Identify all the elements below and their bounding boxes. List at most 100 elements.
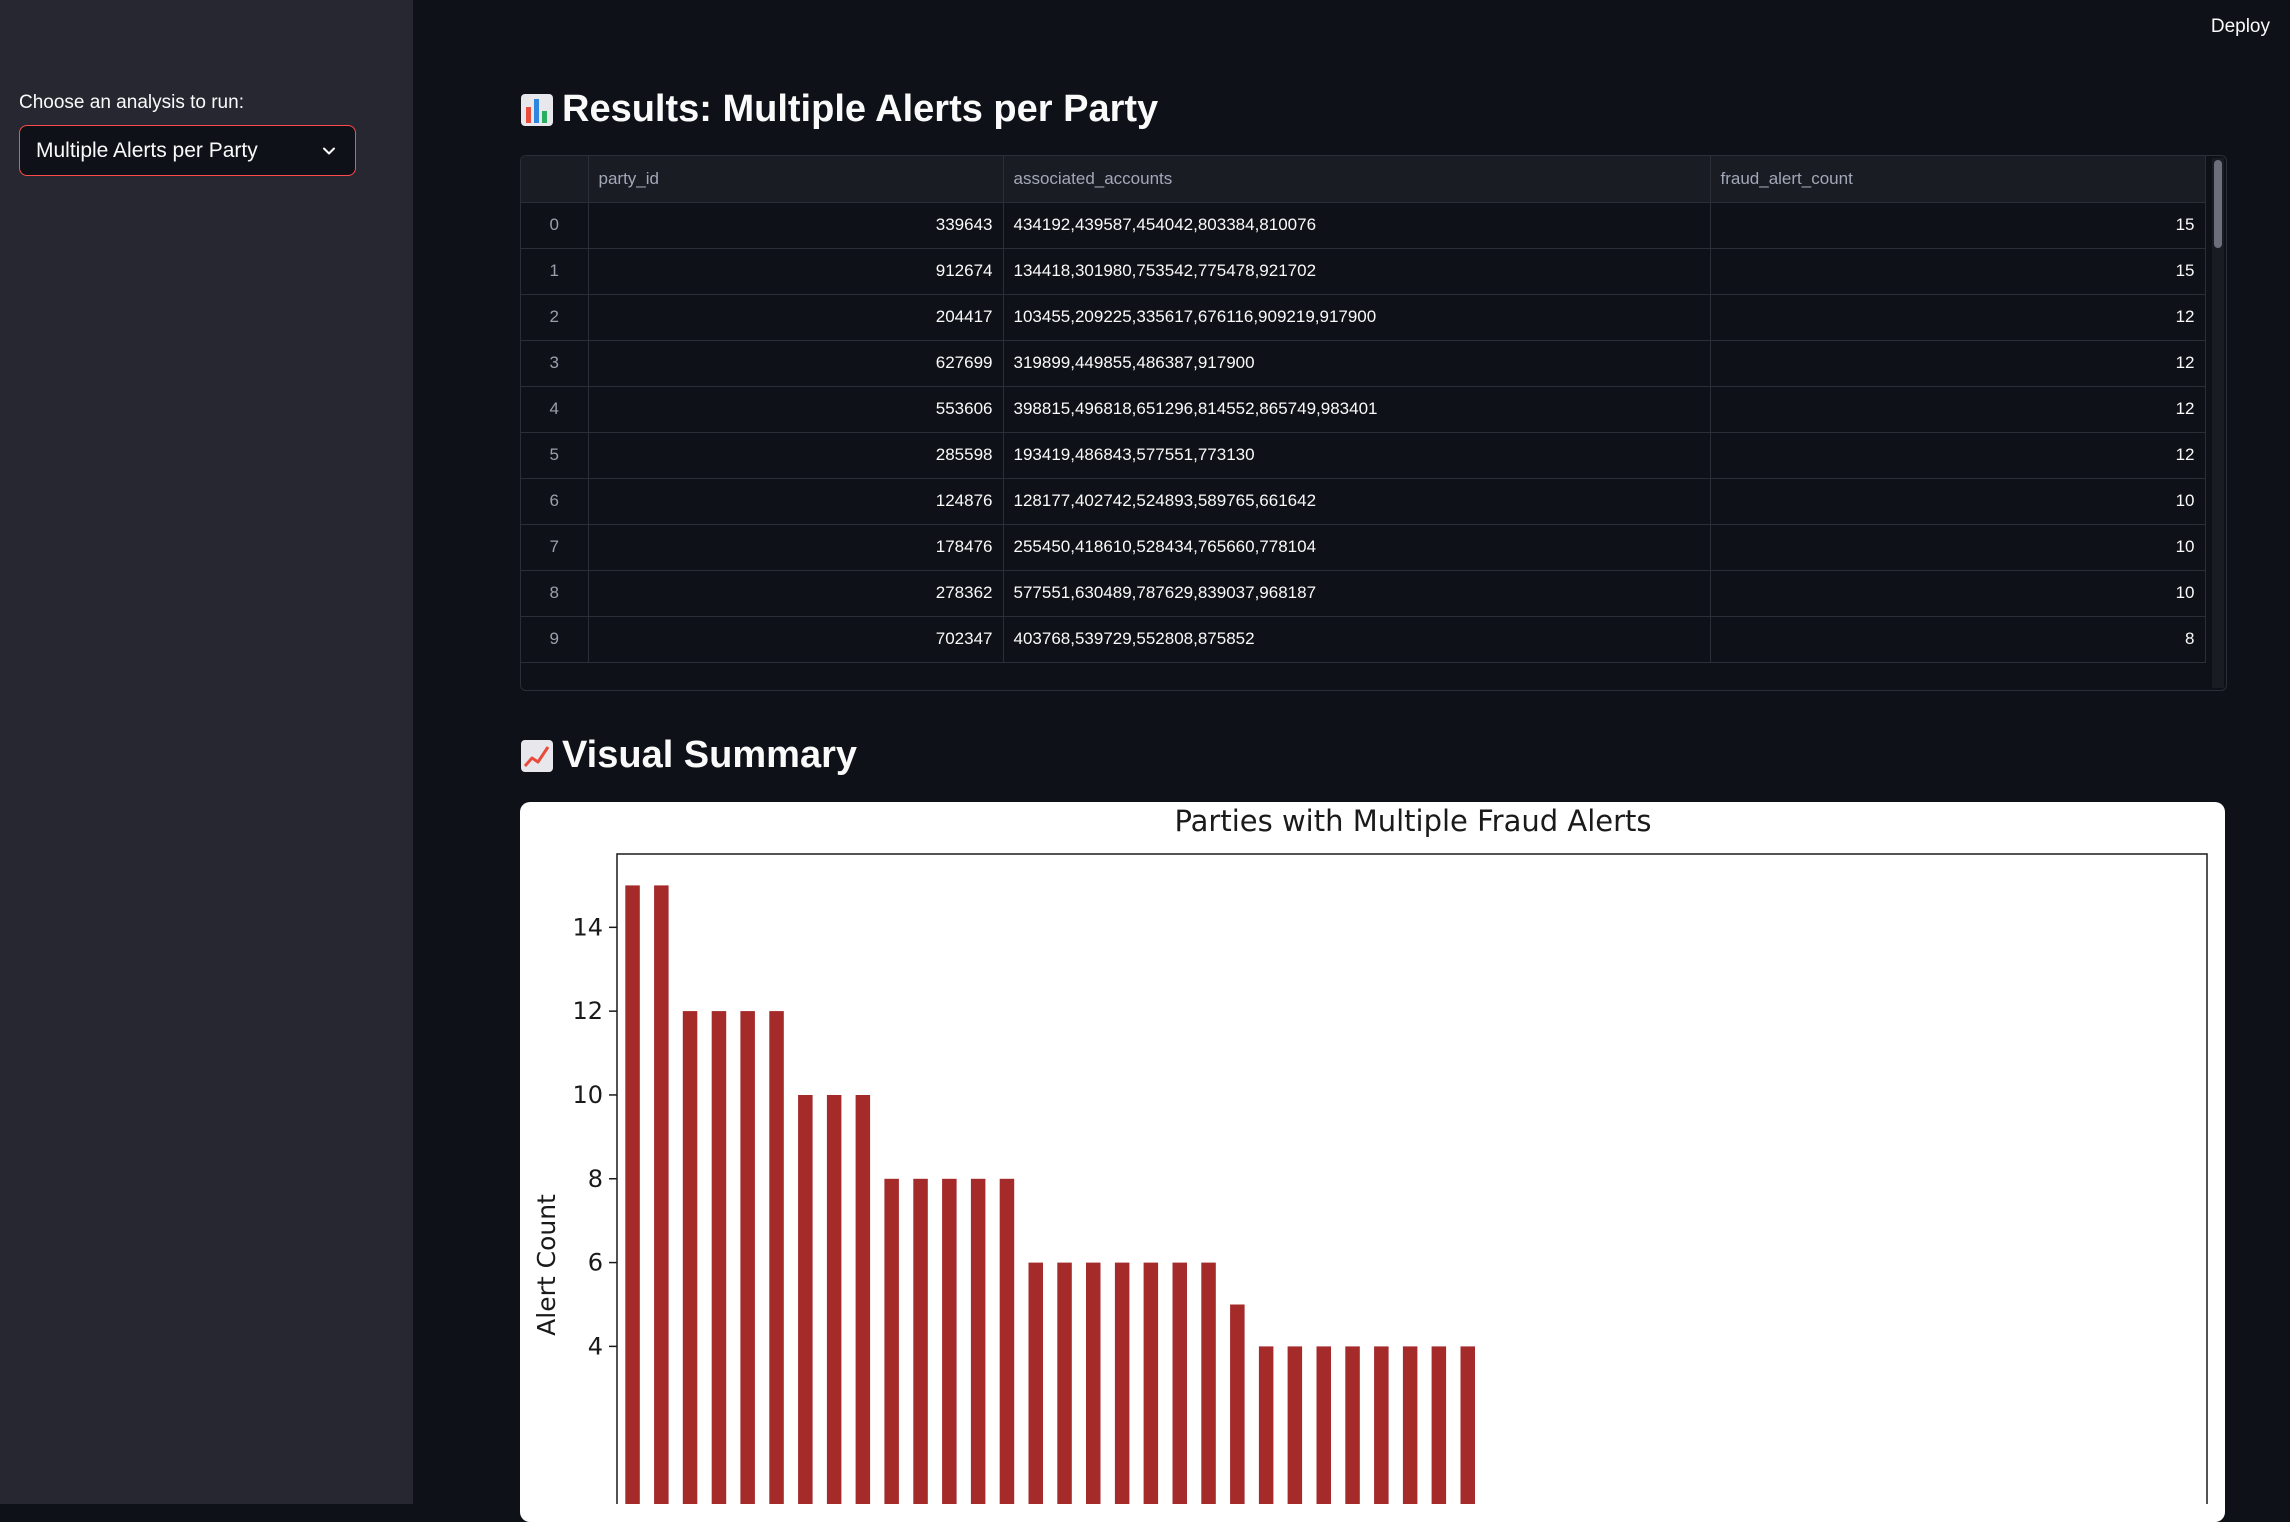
party-id-cell[interactable]: 627699 — [588, 340, 1004, 387]
table-row[interactable]: 8 278362 577551,630489,787629,839037,968… — [521, 570, 2206, 617]
chart-bar — [1028, 1262, 1043, 1514]
associated-accounts-cell[interactable]: 103455,209225,335617,676116,909219,91790… — [1003, 294, 1711, 341]
row-index: 2 — [521, 294, 589, 341]
chart-bar — [884, 1178, 899, 1514]
y-axis-label: Alert Count — [532, 1194, 561, 1336]
chart-bar — [1086, 1262, 1101, 1514]
party-id-cell[interactable]: 285598 — [588, 432, 1004, 479]
column-header-index[interactable] — [521, 156, 589, 203]
visual-summary-heading-text: Visual Summary — [562, 734, 858, 776]
party-id-cell[interactable]: 124876 — [588, 478, 1004, 525]
deploy-button[interactable]: Deploy — [2211, 16, 2270, 38]
row-index: 4 — [521, 386, 589, 433]
y-tick-label: 6 — [588, 1249, 603, 1277]
column-header-associated-accounts[interactable]: associated_accounts — [1003, 156, 1711, 203]
chart-bar — [855, 1095, 871, 1514]
table-row[interactable]: 7 178476 255450,418610,528434,765660,778… — [521, 524, 2206, 571]
table-scrollbar[interactable] — [2212, 158, 2224, 688]
fraud-alert-count-cell[interactable]: 15 — [1710, 202, 2206, 249]
analysis-select[interactable]: Multiple Alerts per Party — [19, 125, 356, 176]
chart-bar — [1374, 1346, 1389, 1514]
table-scrollbar-thumb[interactable] — [2214, 160, 2222, 248]
chart-bar — [1431, 1346, 1447, 1514]
y-tick-label: 4 — [588, 1332, 603, 1360]
y-tick-label: 10 — [572, 1081, 603, 1109]
chart-bar — [1114, 1262, 1130, 1514]
associated-accounts-cell[interactable]: 255450,418610,528434,765660,778104 — [1003, 524, 1711, 571]
y-tick-label: 8 — [588, 1165, 603, 1193]
row-index: 6 — [521, 478, 589, 525]
column-header-fraud-alert-count[interactable]: fraud_alert_count — [1710, 156, 2206, 203]
party-id-cell[interactable]: 912674 — [588, 248, 1004, 295]
associated-accounts-cell[interactable]: 193419,486843,577551,773130 — [1003, 432, 1711, 479]
row-index: 9 — [521, 616, 589, 663]
table-row[interactable]: 1 912674 134418,301980,753542,775478,921… — [521, 248, 2206, 295]
analysis-select-value: Multiple Alerts per Party — [36, 138, 258, 162]
party-id-cell[interactable]: 278362 — [588, 570, 1004, 617]
chart-bar — [1345, 1346, 1360, 1514]
table-row[interactable]: 9 702347 403768,539729,552808,875852 8 — [521, 616, 2206, 663]
party-id-cell[interactable]: 702347 — [588, 616, 1004, 663]
column-header-party-id[interactable]: party_id — [588, 156, 1004, 203]
table-row[interactable]: 2 204417 103455,209225,335617,676116,909… — [521, 294, 2206, 341]
fraud-alert-count-cell[interactable]: 10 — [1710, 524, 2206, 571]
party-id-cell[interactable]: 339643 — [588, 202, 1004, 249]
table-header-row: party_id associated_accounts fraud_alert… — [521, 156, 2206, 203]
results-heading: Results: Multiple Alerts per Party — [520, 88, 1158, 131]
results-table[interactable]: party_id associated_accounts fraud_alert… — [520, 155, 2227, 691]
associated-accounts-cell[interactable]: 134418,301980,753542,775478,921702 — [1003, 248, 1711, 295]
y-tick-label: 12 — [572, 997, 603, 1025]
chart-bar — [1287, 1346, 1303, 1514]
fraud-alert-count-cell[interactable]: 12 — [1710, 386, 2206, 433]
chart-bar — [1258, 1346, 1274, 1514]
chart-bar — [1402, 1346, 1418, 1514]
bar-chart-icon — [521, 93, 553, 126]
row-index: 0 — [521, 202, 589, 249]
chevron-down-icon — [323, 147, 335, 154]
chart-bar — [942, 1178, 957, 1514]
table-row[interactable]: 4 553606 398815,496818,651296,814552,865… — [521, 386, 2206, 433]
fraud-alert-count-cell[interactable]: 12 — [1710, 340, 2206, 387]
chart-bar — [769, 1011, 784, 1514]
bar-chart: Parties with Multiple Fraud Alerts Alert… — [532, 804, 2208, 1515]
row-index: 7 — [521, 524, 589, 571]
associated-accounts-cell[interactable]: 403768,539729,552808,875852 — [1003, 616, 1711, 663]
chart-bars — [625, 885, 1475, 1514]
fraud-alert-count-cell[interactable]: 15 — [1710, 248, 2206, 295]
table-row[interactable]: 0 339643 434192,439587,454042,803384,810… — [521, 202, 2206, 249]
party-id-cell[interactable]: 178476 — [588, 524, 1004, 571]
chart-bar — [654, 885, 669, 1514]
party-id-cell[interactable]: 553606 — [588, 386, 1004, 433]
associated-accounts-cell[interactable]: 398815,496818,651296,814552,865749,98340… — [1003, 386, 1711, 433]
chart-card: Parties with Multiple Fraud Alerts Alert… — [520, 802, 2225, 1522]
chart-bar — [999, 1178, 1015, 1514]
chart-bar — [682, 1011, 698, 1514]
results-heading-text: Results: Multiple Alerts per Party — [562, 88, 1159, 130]
y-axis-ticks: 4 6 8 10 12 14 — [572, 913, 617, 1360]
fraud-alert-count-cell[interactable]: 10 — [1710, 570, 2206, 617]
chart-bar — [1172, 1262, 1187, 1514]
analysis-select-label: Choose an analysis to run: — [19, 92, 244, 113]
associated-accounts-cell[interactable]: 128177,402742,524893,589765,661642 — [1003, 478, 1711, 525]
table-row[interactable]: 5 285598 193419,486843,577551,773130 12 — [521, 432, 2206, 479]
associated-accounts-cell[interactable]: 434192,439587,454042,803384,810076 — [1003, 202, 1711, 249]
chart-title: Parties with Multiple Fraud Alerts — [1174, 804, 1651, 838]
fraud-alert-count-cell[interactable]: 8 — [1710, 616, 2206, 663]
chart-bar — [798, 1095, 813, 1514]
party-id-cell[interactable]: 204417 — [588, 294, 1004, 341]
fraud-alert-count-cell[interactable]: 12 — [1710, 294, 2206, 341]
associated-accounts-cell[interactable]: 319899,449855,486387,917900 — [1003, 340, 1711, 387]
chart-bar — [1316, 1346, 1331, 1514]
row-index: 1 — [521, 248, 589, 295]
chart-bar — [625, 885, 640, 1514]
table-row[interactable]: 6 124876 128177,402742,524893,589765,661… — [521, 478, 2206, 525]
fraud-alert-count-cell[interactable]: 10 — [1710, 478, 2206, 525]
chart-bar — [1230, 1304, 1245, 1514]
table-row[interactable]: 3 627699 319899,449855,486387,917900 12 — [521, 340, 2206, 387]
fraud-alert-count-cell[interactable]: 12 — [1710, 432, 2206, 479]
chart-bar — [970, 1178, 986, 1514]
chart-bar — [1460, 1346, 1475, 1514]
chart-bar — [1057, 1262, 1072, 1514]
associated-accounts-cell[interactable]: 577551,630489,787629,839037,968187 — [1003, 570, 1711, 617]
row-index: 8 — [521, 570, 589, 617]
